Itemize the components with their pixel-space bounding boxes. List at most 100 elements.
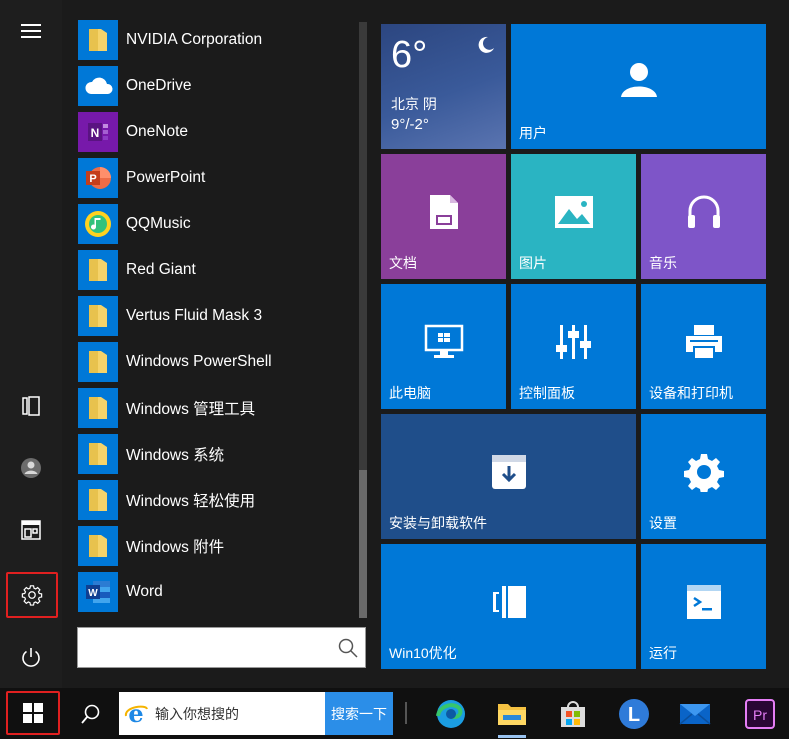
sliders-icon xyxy=(555,324,591,359)
run-tile[interactable]: 运行 xyxy=(641,544,766,669)
ie-icon: e xyxy=(124,701,148,727)
weather-range: 9°/-2° xyxy=(391,116,429,133)
tile-label: 音乐 xyxy=(649,255,677,271)
active-app-indicator xyxy=(498,735,526,738)
list-item[interactable]: N OneNote xyxy=(78,112,358,152)
folder-icon xyxy=(78,296,118,336)
computer-icon xyxy=(424,324,463,358)
app-label: Windows PowerShell xyxy=(126,353,272,370)
install-uninstall-tile[interactable]: 安装与卸载软件 xyxy=(381,414,636,539)
list-item[interactable]: OneDrive xyxy=(78,66,358,106)
mail-icon[interactable] xyxy=(672,692,718,736)
moon-icon xyxy=(478,36,494,53)
list-item[interactable]: P PowerPoint xyxy=(78,158,358,198)
picture-icon xyxy=(554,195,593,228)
taskbar-search-input[interactable]: e 输入你想搜的 xyxy=(119,692,325,735)
l-app-icon[interactable]: L xyxy=(611,692,657,736)
list-item[interactable]: Windows 轻松使用 xyxy=(78,480,358,520)
tile-label: 设置 xyxy=(649,515,677,531)
tile-label: 控制面板 xyxy=(519,385,575,401)
word-icon: W xyxy=(78,572,118,612)
list-item[interactable]: Windows 附件 xyxy=(78,526,358,566)
taskbar-search-icon[interactable] xyxy=(68,692,114,736)
app-label: Windows 附件 xyxy=(126,539,225,556)
tile-label: 安装与卸载软件 xyxy=(389,515,487,531)
printer-icon xyxy=(685,324,722,360)
gallery-icon[interactable] xyxy=(8,507,54,553)
list-item[interactable]: Windows PowerShell xyxy=(78,342,358,382)
weather-city: 北京 阴 xyxy=(391,96,437,112)
menu-icon[interactable] xyxy=(8,8,54,54)
folder-icon xyxy=(78,480,118,520)
documents-tile[interactable]: 文档 xyxy=(381,154,506,279)
folder-icon xyxy=(78,434,118,474)
music-tile[interactable]: 音乐 xyxy=(641,154,766,279)
app-list: NVIDIA Corporation OneDrive N OneNote P … xyxy=(62,0,362,620)
app-label: Word xyxy=(126,583,163,600)
app-label: Windows 系统 xyxy=(126,447,225,464)
folder-icon xyxy=(78,250,118,290)
this-pc-tile[interactable]: 此电脑 xyxy=(381,284,506,409)
documents-icon[interactable] xyxy=(8,383,54,429)
onenote-icon: N xyxy=(78,112,118,152)
control-panel-tile[interactable]: 控制面板 xyxy=(511,284,636,409)
search-input[interactable] xyxy=(77,627,366,668)
tile-label: 文档 xyxy=(389,255,417,271)
premiere-icon[interactable]: Pr xyxy=(737,692,783,736)
folder-icon xyxy=(78,388,118,428)
folder-icon xyxy=(78,342,118,382)
weather-tile[interactable]: 6° 北京 阴 9°/-2° xyxy=(381,24,506,149)
devices-printers-tile[interactable]: 设备和打印机 xyxy=(641,284,766,409)
app-label: OneNote xyxy=(126,123,189,140)
run-icon xyxy=(686,584,721,619)
user-icon[interactable] xyxy=(8,445,54,491)
svg-text:L: L xyxy=(628,704,640,726)
app-list-scrollbar[interactable] xyxy=(359,22,367,618)
list-item[interactable]: Vertus Fluid Mask 3 xyxy=(78,296,358,336)
list-item[interactable]: NVIDIA Corporation xyxy=(78,20,358,60)
svg-text:e: e xyxy=(128,701,143,727)
user-tile[interactable]: 用户 xyxy=(511,24,766,149)
store-icon[interactable] xyxy=(550,692,596,736)
settings-tile[interactable]: 设置 xyxy=(641,414,766,539)
app-label: QQMusic xyxy=(126,215,191,232)
list-item[interactable]: QQMusic xyxy=(78,204,358,244)
qqmusic-icon xyxy=(78,204,118,244)
user-icon xyxy=(620,63,657,97)
tile-label: Win10优化 xyxy=(389,645,457,661)
windows-start-icon[interactable] xyxy=(6,691,60,735)
svg-text:N: N xyxy=(91,126,100,140)
list-item[interactable]: W Word xyxy=(78,572,358,612)
tile-label: 运行 xyxy=(649,645,677,661)
search-icon xyxy=(338,638,358,658)
optimize-icon xyxy=(492,585,526,618)
taskbar-search-placeholder: 输入你想搜的 xyxy=(155,705,239,722)
app-label: Red Giant xyxy=(126,261,196,278)
taskbar-separator xyxy=(405,702,407,724)
power-icon[interactable] xyxy=(8,634,54,680)
folder-icon xyxy=(78,526,118,566)
list-item[interactable]: Windows 系统 xyxy=(78,434,358,474)
document-icon xyxy=(429,194,458,229)
win10-optimize-tile[interactable]: Win10优化 xyxy=(381,544,636,669)
scroll-thumb[interactable] xyxy=(359,470,367,618)
list-item[interactable]: Red Giant xyxy=(78,250,358,290)
powerpoint-icon: P xyxy=(78,158,118,198)
file-explorer-icon[interactable] xyxy=(489,692,535,736)
list-item[interactable]: Windows 管理工具 xyxy=(78,388,358,428)
onedrive-icon xyxy=(78,66,118,106)
taskbar-search-button[interactable]: 搜索一下 xyxy=(325,692,393,735)
svg-text:W: W xyxy=(88,588,98,599)
tile-label: 设备和打印机 xyxy=(649,385,733,401)
gear-icon[interactable] xyxy=(6,572,58,618)
tile-label: 用户 xyxy=(519,125,547,141)
tile-label: 图片 xyxy=(519,255,547,271)
edge-icon[interactable] xyxy=(428,692,474,736)
app-label: Windows 轻松使用 xyxy=(126,493,256,510)
pictures-tile[interactable]: 图片 xyxy=(511,154,636,279)
start-menu-rail xyxy=(0,0,62,688)
weather-temperature: 6° xyxy=(391,34,428,76)
app-label: OneDrive xyxy=(126,77,192,94)
svg-text:Pr: Pr xyxy=(753,707,767,723)
app-label: Windows 管理工具 xyxy=(126,401,256,418)
